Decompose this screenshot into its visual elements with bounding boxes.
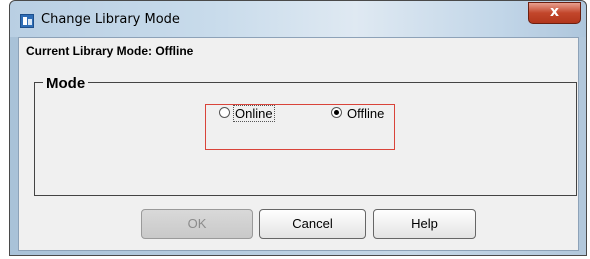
online-radio[interactable] <box>219 107 230 118</box>
mode-group-legend: Mode <box>43 75 89 92</box>
offline-radio-label[interactable]: Offline <box>347 106 384 121</box>
close-button[interactable]: x <box>528 2 581 24</box>
dialog-body: Current Library Mode: Offline Mode Onlin… <box>18 37 579 251</box>
offline-radio[interactable] <box>331 107 342 118</box>
current-mode-label: Current Library Mode: Offline <box>26 44 194 58</box>
cancel-button[interactable]: Cancel <box>259 209 366 239</box>
window-title: Change Library Mode <box>41 12 180 27</box>
app-icon <box>20 14 34 28</box>
ok-button[interactable]: OK <box>141 209 253 239</box>
help-button[interactable]: Help <box>373 209 476 239</box>
online-radio-label[interactable]: Online <box>233 105 275 122</box>
title-bar[interactable]: Change Library Mode x <box>10 1 586 37</box>
dialog-window: Change Library Mode x Current Library Mo… <box>9 0 587 256</box>
